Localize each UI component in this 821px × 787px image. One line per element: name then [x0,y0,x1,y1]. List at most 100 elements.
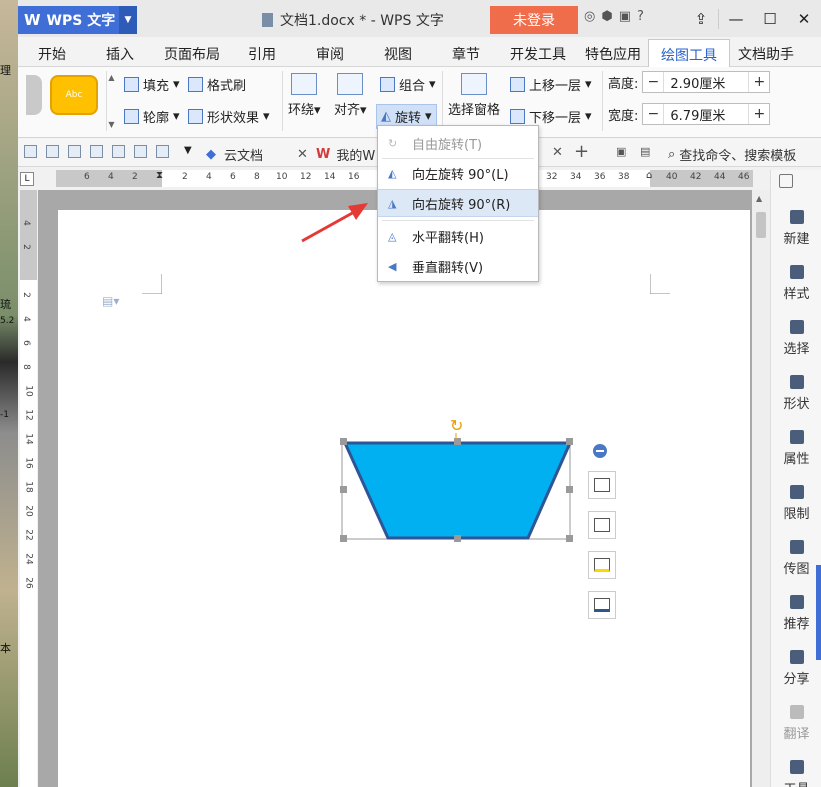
tab-review[interactable]: 审阅 [316,44,344,64]
properties-icon [789,430,804,444]
tab-references[interactable]: 引用 [248,44,276,64]
outline-color-button[interactable] [588,591,616,619]
indent-marker[interactable]: ⧗ [156,170,163,181]
close-icon[interactable]: ✕ [552,145,563,160]
menu-item-rotate-left[interactable]: ◭ 向左旋转 90°(L) [378,160,538,186]
undo-icon[interactable] [134,145,147,158]
menu-item-flip-vertical[interactable]: ◀ 垂直翻转(V) [378,253,538,279]
minimize-button[interactable]: — [719,4,753,34]
height-decrease-button[interactable]: − [643,72,663,92]
search-box[interactable]: ⌕ 查找命令、搜索模板 [668,145,796,164]
close-icon[interactable]: ✕ [297,147,308,162]
chevron-down-icon[interactable]: ▼ [184,145,192,156]
vertical-ruler[interactable]: 4 2 2 4 6 8 10 12 14 16 18 20 22 24 26 [20,190,37,787]
wrap-button[interactable]: 环绕▾ [288,73,321,118]
align-button[interactable]: 对齐▾ [334,73,367,118]
upload-icon[interactable]: ⇪ [684,4,718,34]
tab-list-icon[interactable]: ▤ [640,145,650,158]
panel-select[interactable]: 选择 [771,320,821,357]
outline-button[interactable]: 轮廓 ▾ [124,107,180,126]
send-backward-button[interactable]: 下移一层 ▾ [510,107,592,126]
screen-icon[interactable]: ▣ [616,145,626,158]
tab-developer[interactable]: 开发工具 [510,44,566,64]
preview-icon[interactable] [112,145,125,158]
panel-upload-image[interactable]: 传图 [771,540,821,577]
fill-button[interactable]: 填充 ▾ [124,75,180,94]
menu-item-flip-horizontal[interactable]: ◬ 水平翻转(H) [378,223,538,249]
paste-options-icon[interactable]: ▤▾ [102,294,119,308]
new-tab-icon[interactable]: + [574,141,589,162]
group-button[interactable]: 组合 ▾ [380,75,436,94]
ruler-corner[interactable]: L [20,172,34,186]
panel-toggle-icon[interactable] [779,174,793,188]
tab-insert[interactable]: 插入 [106,44,134,64]
doc-tab-cloud[interactable]: ◆ 云文档 ✕ [206,142,308,166]
ruler-number: 14 [324,172,336,182]
title-bar: W WPS 文字 ▼ 文档1.docx * - WPS 文字 未登录 ◎ ⬢ ▣… [18,0,821,37]
menu-item-rotate-right[interactable]: ◮ 向右旋转 90°(R) [378,189,538,217]
save-icon[interactable] [46,145,59,158]
tab-view[interactable]: 视图 [384,44,412,64]
maximize-button[interactable]: ☐ [753,4,787,34]
close-button[interactable]: ✕ [787,4,821,34]
panel-share[interactable]: 分享 [771,650,821,687]
format-painter-label: 格式刷 [207,79,247,94]
selection-pane-button[interactable]: 选择窗格 [448,73,500,118]
document-page[interactable]: ▤▾ [58,210,750,787]
search-label: 查找命令、搜索模板 [679,149,797,164]
redo-icon[interactable] [156,145,169,158]
doc-tab-my-wps[interactable]: W 我的W [316,142,375,166]
ruler-number: 26 [23,577,34,589]
panel-styles[interactable]: 样式 [771,265,821,302]
tab-features[interactable]: 特色应用 [585,44,641,64]
tab-drawing-tools[interactable]: 绘图工具 [648,39,730,68]
width-decrease-button[interactable]: − [643,104,663,124]
fill-color-button[interactable] [588,551,616,579]
panel-recommend[interactable]: 推荐 [771,595,821,632]
edit-shape-button[interactable] [588,511,616,539]
tab-page-layout[interactable]: 页面布局 [164,44,220,64]
menu-item-free-rotate[interactable]: ↻ 自由旋转(T) [378,130,538,156]
settings-icon[interactable]: ⬢ [601,9,612,24]
panel-new[interactable]: 新建 [771,210,821,247]
login-button[interactable]: 未登录 [490,6,578,34]
panel-tools[interactable]: 工具 [771,760,821,787]
ruler-number: 2 [132,172,138,182]
chevron-down-icon[interactable]: ▼ [119,6,137,34]
height-increase-button[interactable]: + [749,72,769,92]
wps-menu-button[interactable]: W WPS 文字 ▼ [18,6,137,34]
height-input[interactable]: 2.90厘米 [663,72,750,92]
layout-options-button[interactable] [588,471,616,499]
scroll-up-icon[interactable]: ▲ [756,194,762,203]
shape-effect-button[interactable]: 形状效果 ▾ [188,107,270,126]
shape-icon [789,375,804,389]
panel-shapes[interactable]: 形状 [771,375,821,412]
bring-forward-button[interactable]: 上移一层 ▾ [510,75,592,94]
width-increase-button[interactable]: + [749,104,769,124]
export-pdf-icon[interactable] [68,145,81,158]
style-preview-prev[interactable] [26,75,42,115]
format-painter-button[interactable]: 格式刷 [188,75,246,94]
toolbox-icon [789,760,804,774]
width-input[interactable]: 6.79厘米 [663,104,750,124]
skin-icon[interactable]: ◎ [584,9,595,24]
scroll-thumb[interactable] [756,212,766,238]
panel-restrict[interactable]: 限制 [771,485,821,522]
help-icon[interactable]: ? [637,9,644,24]
shape-style-preview[interactable]: Abc [50,75,98,115]
feedback-icon[interactable]: ▣ [619,9,631,24]
fill-icon [124,77,139,92]
menu-item-label: 向右旋转 90°(R) [412,197,511,213]
panel-properties[interactable]: 属性 [771,430,821,467]
print-icon[interactable] [90,145,103,158]
panel-translate[interactable]: 翻译 [771,705,821,742]
ruler-number: 14 [23,433,34,445]
tab-home[interactable]: 开始 [38,44,66,64]
tab-doc-assistant[interactable]: 文档助手 [738,44,794,64]
right-indent-marker[interactable]: ⌂ [646,170,652,181]
vertical-scrollbar[interactable]: ▲ [752,190,770,787]
open-icon[interactable] [24,145,37,158]
panel-label: 限制 [783,507,810,522]
style-scroll[interactable]: ▲ ▼ [106,71,116,131]
tab-chapter[interactable]: 章节 [452,44,480,64]
